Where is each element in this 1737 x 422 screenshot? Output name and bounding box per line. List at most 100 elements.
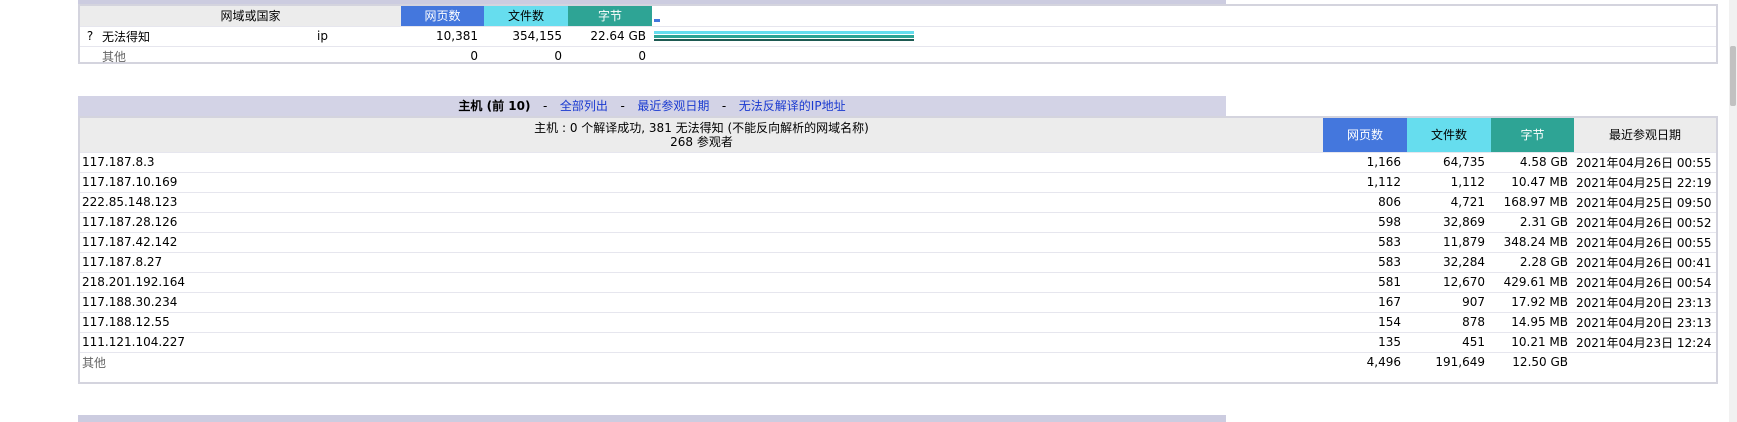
- domain-pages: 10,381: [401, 26, 485, 47]
- last-visit-column-header: 最近参观日期: [1574, 118, 1716, 153]
- host-files: 451: [1407, 332, 1491, 353]
- table-row: 117.187.28.126 598 32,869 2.31 GB 2021年04月26…: [80, 212, 1716, 233]
- host-date: 2021年04月26日 00:54: [1574, 272, 1716, 293]
- host-date: 2021年04月26日 00:55: [1574, 152, 1716, 173]
- host-files: 4,721: [1407, 192, 1491, 213]
- host-date: 2021年04月23日 12:24: [1574, 332, 1716, 353]
- bytes-column-header: 字节: [568, 6, 653, 27]
- hosts-summary: 主机 : 0 个解译成功, 381 无法得知 (不能反向解析的网域名称) 268…: [80, 118, 1323, 153]
- host-files: 1,112: [1407, 172, 1491, 193]
- host-date: 2021年04月25日 22:19: [1574, 172, 1716, 193]
- host-name: 117.187.10.169: [80, 172, 1323, 193]
- pages-column-header: 网页数: [1323, 118, 1407, 153]
- domain-code: ip: [315, 26, 402, 47]
- host-date: 2021年04月20日 23:13: [1574, 292, 1716, 313]
- host-rows: 117.187.8.3 1,166 64,735 4.58 GB 2021年04月26日…: [80, 152, 1716, 353]
- hosts-summary-line: 主机 : 0 个解译成功, 381 无法得知 (不能反向解析的网域名称): [534, 120, 869, 135]
- host-pages: 135: [1323, 332, 1407, 353]
- host-bytes: 2.31 GB: [1491, 212, 1574, 233]
- table-row: 117.187.8.3 1,166 64,735 4.58 GB 2021年04月26日…: [80, 152, 1716, 173]
- host-files: 12,670: [1407, 272, 1491, 293]
- host-files: 878: [1407, 312, 1491, 333]
- domain-header-row: 网域或国家 网页数 文件数 字节: [80, 6, 1716, 27]
- table-row: 其他 0 0 0: [80, 46, 1716, 66]
- host-pages: 4,496: [1366, 355, 1401, 370]
- host-name: 117.188.30.234: [80, 292, 1323, 313]
- host-pages: 583: [1323, 232, 1407, 253]
- host-bytes: 348.24 MB: [1491, 232, 1574, 253]
- host-date: 2021年04月26日 00:52: [1574, 212, 1716, 233]
- files-bar: [654, 30, 915, 34]
- pages-bar: [654, 19, 661, 22]
- visitors-count: 268 参观者: [670, 134, 733, 149]
- host-bytes: 429.61 MB: [1491, 272, 1574, 293]
- host-bytes: 4.58 GB: [1491, 152, 1574, 173]
- hosts-section-title-bar: 主机 (前 10) - 全部列出 - 最近参观日期 - 无法反解译的IP地址: [78, 96, 1226, 116]
- host-files: 64,735: [1407, 152, 1491, 173]
- hosts-section-title: 主机 (前 10): [458, 99, 531, 113]
- host-name: 117.187.42.142: [80, 232, 1323, 253]
- scrollbar-thumb[interactable]: [1730, 46, 1736, 106]
- title-separator: -: [721, 99, 727, 113]
- host-pages: 1,112: [1323, 172, 1407, 193]
- list-all-link[interactable]: 全部列出: [560, 99, 608, 113]
- host-date: 2021年04月26日 00:41: [1574, 252, 1716, 273]
- host-name: 222.85.148.123: [80, 192, 1323, 213]
- host-bytes: 168.97 MB: [1491, 192, 1574, 213]
- domain-pages: 0: [470, 49, 479, 64]
- host-bytes: 12.50 GB: [1512, 355, 1568, 370]
- host-files: 191,649: [1435, 355, 1485, 370]
- vertical-scrollbar[interactable]: [1729, 0, 1737, 422]
- domain-table-frame: 网域或国家 网页数 文件数 字节 ? 无法得知 ip 10,381 354,15…: [78, 4, 1718, 64]
- host-files: 32,284: [1407, 252, 1491, 273]
- host-name: 218.201.192.164: [80, 272, 1323, 293]
- host-files: 32,869: [1407, 212, 1491, 233]
- host-files: 907: [1407, 292, 1491, 313]
- hosts-table: 主机 : 0 个解译成功, 381 无法得知 (不能反向解析的网域名称) 268…: [80, 118, 1716, 372]
- host-pages: 583: [1323, 252, 1407, 273]
- host-date: [1574, 352, 1716, 372]
- domain-column-header: 网域或国家: [100, 6, 402, 27]
- host-files: 11,879: [1407, 232, 1491, 253]
- bytes-bar: [654, 34, 915, 38]
- files-column-header: 文件数: [1407, 118, 1491, 153]
- host-bytes: 2.28 GB: [1491, 252, 1574, 273]
- host-name: 117.187.8.27: [80, 252, 1323, 273]
- host-pages: 154: [1323, 312, 1407, 333]
- host-name: 117.188.12.55: [80, 312, 1323, 333]
- host-pages: 581: [1323, 272, 1407, 293]
- host-date: 2021年04月26日 00:55: [1574, 232, 1716, 253]
- host-name: 其他: [82, 355, 107, 370]
- table-row: 117.187.42.142 583 11,879 348.24 MB 2021年04月…: [80, 232, 1716, 253]
- table-row-other: 其他 4,496 191,649 12.50 GB: [80, 352, 1716, 372]
- table-row: 222.85.148.123 806 4,721 168.97 MB 2021年04月2…: [80, 192, 1716, 213]
- host-pages: 806: [1323, 192, 1407, 213]
- host-pages: 1,166: [1323, 152, 1407, 173]
- next-section-bar: [78, 415, 1226, 422]
- host-name: 111.121.104.227: [80, 332, 1323, 353]
- domain-bytes: 0: [638, 49, 647, 64]
- domain-name: 无法得知: [100, 26, 315, 47]
- table-row: 117.188.30.234 167 907 17.92 MB 2021年04月20日 …: [80, 292, 1716, 313]
- unknown-flag-icon: ?: [80, 26, 100, 47]
- host-pages: 598: [1323, 212, 1407, 233]
- table-row: ? 无法得知 ip 10,381 354,155 22.64 GB: [80, 26, 1716, 47]
- files-column-header: 文件数: [484, 6, 569, 27]
- domain-code: [315, 46, 401, 66]
- hosts-table-frame: 主机 : 0 个解译成功, 381 无法得知 (不能反向解析的网域名称) 268…: [78, 116, 1718, 384]
- title-separator: -: [543, 99, 548, 113]
- domain-files: 354,155: [484, 26, 569, 47]
- unresolved-ip-link[interactable]: 无法反解译的IP地址: [739, 99, 846, 113]
- table-row: 218.201.192.164 581 12,670 429.61 MB 2021年04…: [80, 272, 1716, 293]
- host-date: 2021年04月20日 23:13: [1574, 312, 1716, 333]
- pages-column-header: 网页数: [401, 6, 485, 27]
- host-bytes: 14.95 MB: [1491, 312, 1574, 333]
- domain-bytes: 22.64 GB: [568, 26, 653, 47]
- domain-files: 0: [554, 49, 563, 64]
- host-name: 117.187.28.126: [80, 212, 1323, 233]
- last-visit-link[interactable]: 最近参观日期: [637, 99, 709, 113]
- hosts-header-row: 主机 : 0 个解译成功, 381 无法得知 (不能反向解析的网域名称) 268…: [80, 118, 1716, 153]
- table-row: 117.187.8.27 583 32,284 2.28 GB 2021年04月26日 …: [80, 252, 1716, 273]
- host-bytes: 17.92 MB: [1491, 292, 1574, 313]
- host-bytes: 10.47 MB: [1491, 172, 1574, 193]
